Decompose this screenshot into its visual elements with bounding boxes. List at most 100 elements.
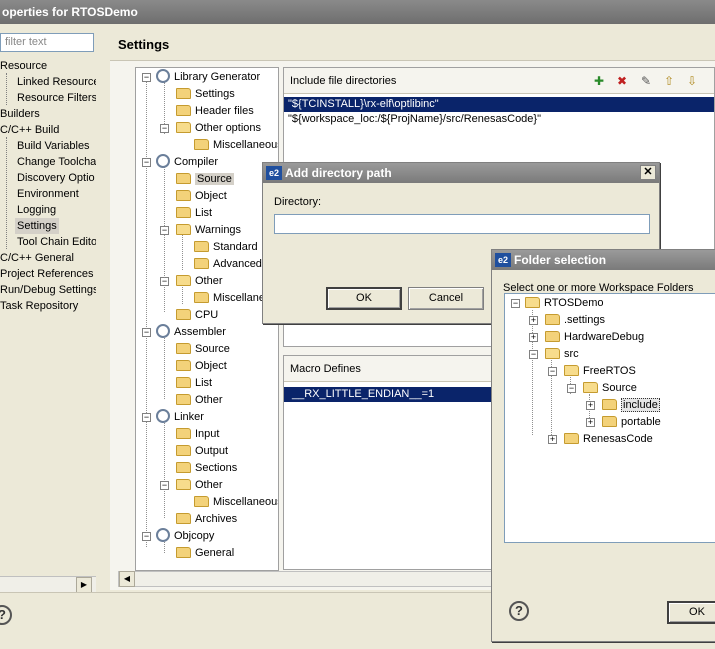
nav-item-change-toolchain[interactable]: Change Toolcha	[17, 154, 96, 170]
nav-item-resource[interactable]: Resource	[0, 58, 47, 74]
tree-node-renesascode[interactable]: + RenesasCode	[546, 431, 653, 448]
tree-node-freertos[interactable]: − FreeRTOS	[546, 363, 636, 380]
nav-item-cpp-general[interactable]: C/C++ General	[0, 250, 74, 266]
folder-open-icon	[176, 274, 191, 286]
tree-node-compiler-object[interactable]: Object	[176, 188, 227, 205]
folder-open-icon	[545, 347, 560, 359]
settings-folder-icon	[194, 495, 209, 507]
tree-node-assembler-other[interactable]: Other	[176, 392, 223, 409]
help-icon[interactable]: ?	[509, 601, 529, 621]
folder-ok-button[interactable]: OK	[667, 601, 715, 624]
tool-settings-tree: − Library Generator Settings Header files…	[135, 67, 279, 571]
tree-node-cpu[interactable]: CPU	[176, 307, 218, 324]
add-icon[interactable]: ✚	[592, 74, 606, 88]
directory-input[interactable]	[274, 214, 650, 234]
tree-node-linker[interactable]: − Linker	[140, 409, 204, 426]
nav-item-build-variables[interactable]: Build Variables	[17, 138, 90, 154]
tree-node-objcopy-general[interactable]: General	[176, 545, 234, 562]
window-title-bar: operties for RTOSDemo	[0, 0, 715, 24]
tree-node-libgen-settings[interactable]: Settings	[176, 86, 235, 103]
nav-item-settings[interactable]: Settings	[15, 218, 59, 234]
tree-node-warnings-advanced[interactable]: Advanced	[194, 256, 262, 273]
left-tree-scrollbar[interactable]: ▶	[0, 576, 96, 593]
include-path-row[interactable]: "${TCINSTALL}\rx-elf\optlibinc"	[284, 97, 714, 112]
tree-node-settings[interactable]: + .settings	[527, 312, 605, 329]
tree-node-linker-miscellaneous[interactable]: Miscellaneous	[194, 494, 278, 511]
tree-node-linker-other[interactable]: − Other	[158, 477, 223, 494]
tree-node-archives[interactable]: Archives	[176, 511, 237, 528]
nav-item-resource-filters[interactable]: Resource Filters	[17, 90, 96, 106]
nav-item-logging[interactable]: Logging	[17, 202, 56, 218]
include-path-row[interactable]: "${workspace_loc:/${ProjName}/src/Renesa…	[284, 112, 714, 127]
tool-gear-icon	[156, 528, 170, 543]
tree-node-libgen-miscellaneous[interactable]: Miscellaneous	[194, 137, 278, 154]
nav-item-linked-resource[interactable]: Linked Resource	[17, 74, 96, 90]
tree-node-objcopy[interactable]: − Objcopy	[140, 528, 214, 545]
ok-button[interactable]: OK	[326, 287, 402, 310]
settings-folder-icon	[176, 308, 191, 320]
cancel-button[interactable]: Cancel	[408, 287, 484, 310]
move-up-icon[interactable]: ⇧	[662, 74, 676, 88]
tree-node-src[interactable]: − src	[527, 346, 579, 363]
tree-node-linker-sections[interactable]: Sections	[176, 460, 237, 477]
tree-node-assembler-list[interactable]: List	[176, 375, 212, 392]
tool-gear-icon	[156, 69, 170, 84]
edit-icon[interactable]: ✎	[639, 74, 653, 88]
nav-item-cpp-build[interactable]: C/C++ Build	[0, 122, 59, 138]
delete-icon[interactable]: ✖	[615, 74, 629, 88]
folder-selection-dialog: e2 Folder selection Select one or more W…	[491, 249, 715, 642]
tree-node-linker-output[interactable]: Output	[176, 443, 228, 460]
tree-node-source[interactable]: − Source	[565, 380, 637, 397]
nav-item-builders[interactable]: Builders	[0, 106, 40, 122]
folder-open-icon	[176, 121, 191, 133]
tree-node-linker-input[interactable]: Input	[176, 426, 219, 443]
scroll-right-button[interactable]: ▶	[76, 577, 92, 593]
settings-folder-icon	[176, 427, 191, 439]
settings-folder-icon	[176, 342, 191, 354]
macro-panel-title: Macro Defines	[290, 363, 361, 375]
tree-node-warnings-standard[interactable]: Standard	[194, 239, 258, 256]
tree-node-compiler-miscellaneous[interactable]: Miscellane	[194, 290, 265, 307]
project-folder-icon	[525, 296, 540, 308]
close-icon[interactable]: ✕	[640, 165, 656, 180]
tree-node-other-options[interactable]: − Other options	[158, 120, 261, 137]
tree-node-assembler[interactable]: − Assembler	[140, 324, 226, 341]
filter-input[interactable]: filter text	[0, 33, 94, 52]
tree-node-include[interactable]: + include	[584, 397, 660, 414]
tree-node-portable[interactable]: + portable	[584, 414, 661, 431]
folder-icon	[564, 432, 579, 444]
tool-gear-icon	[156, 409, 170, 424]
settings-folder-icon	[176, 461, 191, 473]
tree-node-rtosdemo[interactable]: − RTOSDemo	[509, 295, 604, 312]
nav-item-environment[interactable]: Environment	[17, 186, 79, 202]
tree-node-compiler-list[interactable]: List	[176, 205, 212, 222]
tree-node-compiler-source[interactable]: Source	[176, 171, 234, 188]
settings-folder-icon	[194, 138, 209, 150]
folder-open-icon	[564, 364, 579, 376]
tree-node-library-generator[interactable]: − Library Generator	[140, 69, 260, 86]
tree-node-compiler-other[interactable]: − Other	[158, 273, 223, 290]
tool-gear-icon	[156, 154, 170, 169]
nav-item-run-debug-settings[interactable]: Run/Debug Settings	[0, 282, 96, 298]
tree-node-hardwaredebug[interactable]: + HardwareDebug	[527, 329, 644, 346]
nav-item-tool-chain-editor[interactable]: Tool Chain Edito	[17, 234, 96, 250]
tree-node-assembler-object[interactable]: Object	[176, 358, 227, 375]
directory-label: Directory:	[274, 196, 322, 208]
include-panel-header: Include file directories ✚ ✖ ✎ ⇧ ⇩	[284, 68, 714, 94]
tree-node-compiler[interactable]: − Compiler	[140, 154, 218, 171]
tree-node-assembler-source[interactable]: Source	[176, 341, 230, 358]
scroll-left-button[interactable]: ◀	[119, 571, 135, 587]
nav-item-project-references[interactable]: Project References	[0, 266, 94, 282]
tree-node-warnings[interactable]: − Warnings	[158, 222, 241, 239]
add-directory-dialog-title: Add directory path	[285, 166, 392, 180]
folder-icon	[545, 313, 560, 325]
tree-node-header-files[interactable]: Header files	[176, 103, 254, 120]
folder-icon	[602, 415, 617, 427]
settings-folder-icon	[176, 546, 191, 558]
help-icon[interactable]: ?	[0, 605, 12, 625]
nav-item-discovery-options[interactable]: Discovery Optio	[17, 170, 95, 186]
settings-folder-icon	[176, 376, 191, 388]
move-down-icon[interactable]: ⇩	[685, 74, 699, 88]
nav-item-task-repository[interactable]: Task Repository	[0, 298, 78, 314]
settings-folder-icon	[176, 444, 191, 456]
